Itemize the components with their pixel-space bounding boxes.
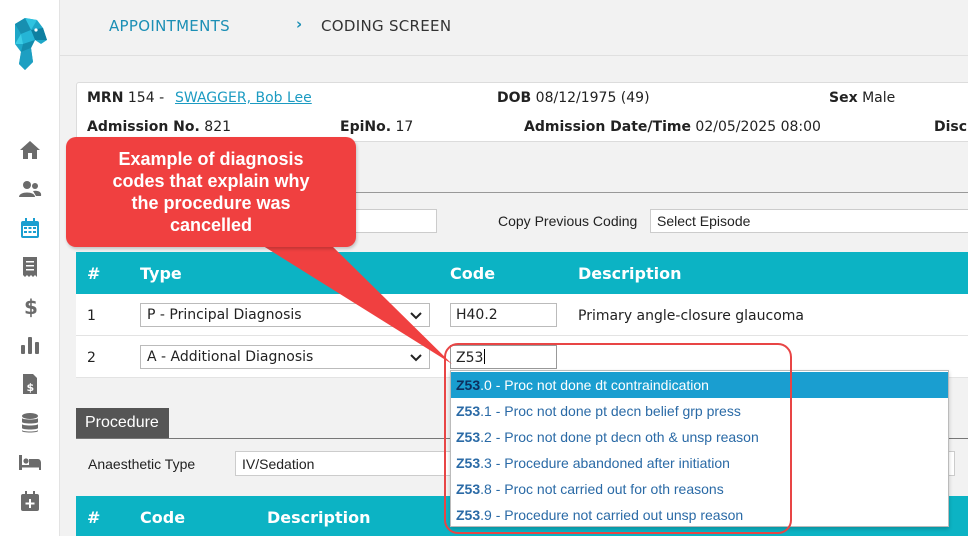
suggestion-text: .9 - Procedure not carried out unsp reas… [480, 507, 744, 523]
discharge-field: Disch [934, 119, 968, 135]
suggestion-text: .3 - Procedure abandoned after initiatio… [480, 455, 730, 471]
suggestion-match: Z53 [456, 377, 481, 393]
calendar-plus-icon[interactable] [16, 487, 44, 515]
database-icon[interactable] [16, 409, 44, 437]
diagnosis-code-input[interactable]: H40.2 [450, 303, 557, 327]
sex-label: Sex [829, 90, 858, 106]
admission-no-value: 821 [204, 119, 232, 135]
diagnosis-type-value: A - Additional Diagnosis [147, 349, 314, 365]
dob-label: DOB [497, 90, 532, 106]
svg-text:$: $ [24, 295, 38, 318]
admission-datetime-value: 02/05/2025 08:00 [695, 119, 821, 135]
suggestion-text: .8 - Proc not carried out for oth reason… [480, 481, 724, 497]
callout-line: Example of diagnosis [118, 149, 304, 169]
suggestion-text: .2 - Proc not done pt decn oth & unsp re… [480, 429, 759, 445]
chevron-down-icon [410, 354, 422, 362]
row-number: 1 [87, 308, 96, 324]
admission-datetime-field: Admission Date/Time 02/05/2025 08:00 [524, 119, 821, 135]
col-number: # [87, 264, 101, 283]
col-code: Code [140, 508, 186, 527]
row-number: 2 [87, 350, 96, 366]
sex-value: Male [862, 90, 896, 106]
diagnosis-type-select[interactable]: A - Additional Diagnosis [140, 345, 430, 369]
col-code: Code [450, 264, 496, 283]
diagnosis-code-input-active[interactable]: Z53 [450, 345, 557, 369]
dob-field: DOB 08/12/1975 (49) [497, 90, 650, 106]
suggestion-text: .0 - Proc not done dt contraindication [480, 377, 709, 393]
procedure-tab[interactable]: Procedure [76, 408, 169, 438]
discharge-label: Disch [934, 119, 968, 135]
mrn-field: MRN 154 - [87, 90, 164, 106]
suggestion-match: Z53 [456, 481, 481, 497]
page-title: CODING SCREEN [321, 17, 452, 35]
admission-datetime-label: Admission Date/Time [524, 119, 691, 135]
callout-line: the procedure was [131, 193, 291, 213]
dog-logo-icon[interactable] [11, 18, 47, 70]
table-row: 1 P - Principal Diagnosis H40.2 Primary … [76, 294, 968, 336]
text-caret [484, 349, 486, 364]
dollar-icon[interactable]: $ [16, 292, 44, 320]
diagnosis-type-value: P - Principal Diagnosis [147, 307, 302, 323]
breadcrumb-separator-icon: › [296, 15, 303, 33]
patient-info-card: MRN 154 - SWAGGER, Bob Lee DOB 08/12/197… [76, 82, 968, 142]
col-description: Description [267, 508, 371, 527]
callout-line: cancelled [169, 215, 253, 235]
invoice-dollar-icon[interactable]: $ [16, 370, 44, 398]
code-input-text: Z53 [456, 350, 484, 366]
suggestion-item[interactable]: Z53.8 - Proc not carried out for oth rea… [451, 476, 948, 502]
mrn-value: 154 - [127, 90, 165, 106]
coding-filter-input[interactable] [350, 209, 437, 233]
patient-name-link[interactable]: SWAGGER, Bob Lee [175, 90, 312, 106]
copy-previous-coding-label: Copy Previous Coding [498, 213, 638, 229]
users-icon[interactable] [16, 175, 44, 203]
suggestion-text: .1 - Proc not done pt decn belief grp pr… [480, 403, 741, 419]
annotation-callout: Example of diagnosis codes that explain … [66, 137, 356, 247]
calendar-icon[interactable] [16, 214, 44, 242]
suggestion-match: Z53 [456, 455, 481, 471]
suggestion-item[interactable]: Z53.9 - Procedure not carried out unsp r… [451, 502, 948, 528]
home-icon[interactable] [16, 136, 44, 164]
suggestion-item[interactable]: Z53.2 - Proc not done pt decn oth & unsp… [451, 424, 948, 450]
callout-line: codes that explain why [112, 171, 310, 191]
diagnosis-table: # Type Code Description 1 P - Principal … [76, 252, 968, 378]
top-bar: APPOINTMENTS › CODING SCREEN [60, 0, 968, 56]
epino-label: EpiNo. [340, 119, 392, 135]
suggestion-item[interactable]: Z53.3 - Procedure abandoned after initia… [451, 450, 948, 476]
sidebar: $ $ [0, 0, 60, 536]
col-number: # [87, 508, 101, 527]
admission-no-field: Admission No. 821 [87, 119, 231, 135]
chevron-down-icon [410, 312, 422, 320]
col-description: Description [578, 264, 682, 283]
select-episode-dropdown[interactable]: Select Episode [650, 209, 968, 233]
epino-field: EpiNo. 17 [340, 119, 413, 135]
diagnosis-table-header: # Type Code Description [76, 252, 968, 294]
code-suggestion-dropdown: Z53.0 - Proc not done dt contraindicatio… [450, 370, 949, 527]
epino-value: 17 [395, 119, 414, 135]
suggestion-item[interactable]: Z53.0 - Proc not done dt contraindicatio… [451, 372, 948, 398]
col-type: Type [140, 264, 182, 283]
receipt-icon[interactable] [16, 253, 44, 281]
bed-icon[interactable] [16, 448, 44, 476]
sex-field: Sex Male [829, 90, 895, 106]
suggestion-match: Z53 [456, 429, 481, 445]
diagnosis-type-select[interactable]: P - Principal Diagnosis [140, 303, 430, 327]
bar-chart-icon[interactable] [16, 331, 44, 359]
breadcrumb-appointments[interactable]: APPOINTMENTS [109, 17, 230, 35]
suggestion-match: Z53 [456, 507, 481, 523]
diagnosis-description: Primary angle-closure glaucoma [578, 308, 804, 324]
admission-no-label: Admission No. [87, 119, 200, 135]
suggestion-item[interactable]: Z53.1 - Proc not done pt decn belief grp… [451, 398, 948, 424]
anaesthetic-type-label: Anaesthetic Type [88, 456, 196, 472]
suggestion-match: Z53 [456, 403, 481, 419]
svg-text:$: $ [27, 381, 35, 394]
dob-value: 08/12/1975 (49) [535, 90, 650, 106]
mrn-label: MRN [87, 90, 124, 106]
